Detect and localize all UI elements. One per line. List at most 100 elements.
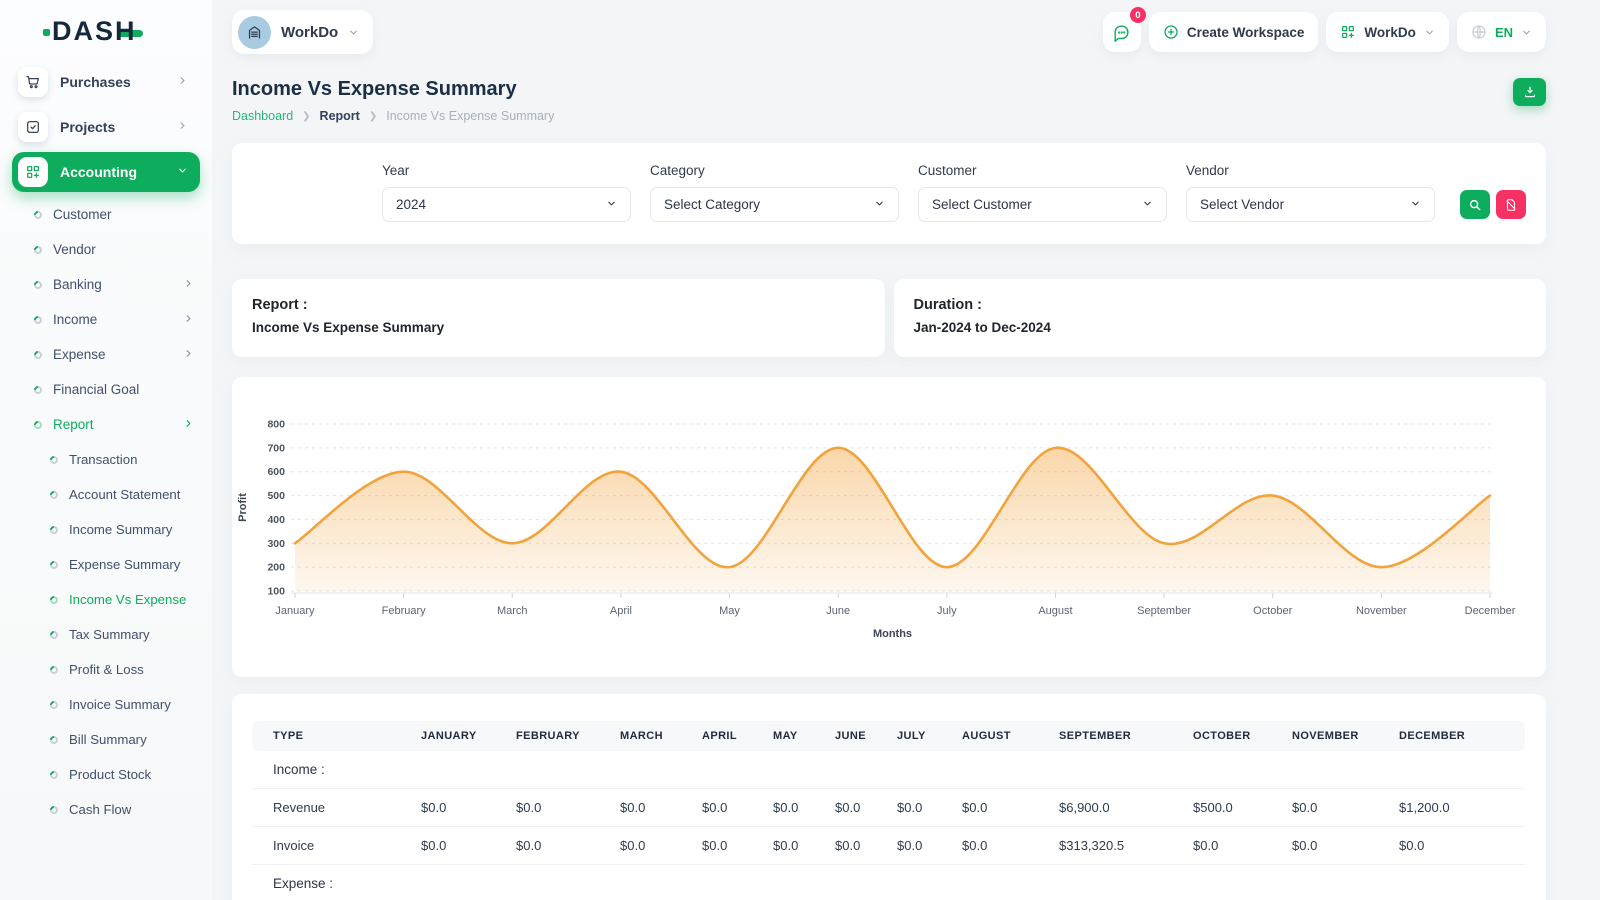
app-root: DASH Purchases Projects Accounting Customer… xyxy=(0,0,1600,900)
language-selector[interactable]: EN xyxy=(1457,12,1546,52)
cell-value: $313,320.5 xyxy=(1051,827,1185,865)
sidebar-item-label: Purchases xyxy=(60,74,131,90)
cell-value: $0.0 xyxy=(508,789,612,827)
sidebar-subitem-customer[interactable]: Customer xyxy=(0,197,212,232)
column-header-may: MAY xyxy=(765,721,827,751)
reset-filter-button[interactable] xyxy=(1496,190,1526,219)
search-icon xyxy=(1468,198,1482,212)
chevron-down-icon xyxy=(348,27,359,38)
apply-filter-button[interactable] xyxy=(1460,190,1490,219)
x-tick-label: December xyxy=(1465,605,1516,617)
sidebar-subitem-financial-goal[interactable]: Financial Goal xyxy=(0,372,212,407)
sidebar-subitem-report[interactable]: Report xyxy=(0,407,212,442)
group-label: Expense : xyxy=(252,865,1525,900)
report-summary-card: Report : Income Vs Expense Summary xyxy=(232,279,885,357)
x-axis-title: Months xyxy=(873,628,912,640)
sidebar-subitem-income[interactable]: Income xyxy=(0,302,212,337)
table-group-row-income: Income : xyxy=(252,751,1525,789)
x-tick-label: June xyxy=(826,605,850,617)
table-header-row: TYPEJANUARYFEBRUARYMARCHAPRILMAYJUNEJULY… xyxy=(252,721,1525,751)
sidebar-item-projects[interactable]: Projects xyxy=(12,107,200,147)
cart-icon xyxy=(18,67,48,97)
sidebar-report-item-product-stock[interactable]: Product Stock xyxy=(0,757,212,792)
sidebar-report-item-income-summary[interactable]: Income Summary xyxy=(0,512,212,547)
customer-select[interactable]: Select Customer xyxy=(918,187,1167,222)
breadcrumb-separator-icon: ❯ xyxy=(302,111,310,122)
sidebar-report-item-label: Profit & Loss xyxy=(69,662,144,677)
sidebar-report-item-label: Cash Flow xyxy=(69,802,131,817)
sidebar-report-item-label: Invoice Summary xyxy=(69,697,171,712)
column-header-march: MARCH xyxy=(612,721,694,751)
brand-logo[interactable]: DASH xyxy=(0,0,212,57)
year-select[interactable]: 2024 xyxy=(382,187,631,222)
category-select[interactable]: Select Category xyxy=(650,187,899,222)
create-workspace-button[interactable]: Create Workspace xyxy=(1149,12,1319,52)
table-group-row-expense: Expense : xyxy=(252,865,1525,900)
sidebar-report-item-cash-flow[interactable]: Cash Flow xyxy=(0,792,212,827)
page-header: Income Vs Expense Summary Dashboard❯Repo… xyxy=(232,78,1546,123)
breadcrumb: Dashboard❯Report❯Income Vs Expense Summa… xyxy=(232,109,554,123)
chevron-right-icon xyxy=(183,312,194,327)
cell-value: $0.0 xyxy=(1284,827,1391,865)
cell-value: $0.0 xyxy=(765,789,827,827)
sidebar-item-purchases[interactable]: Purchases xyxy=(12,62,200,102)
y-tick-label: 200 xyxy=(267,562,285,574)
sidebar-item-accounting[interactable]: Accounting xyxy=(12,152,200,192)
column-header-july: JULY xyxy=(889,721,954,751)
messages-button[interactable]: 0 xyxy=(1103,12,1141,52)
x-tick-label: August xyxy=(1038,605,1072,617)
cell-value: $0.0 xyxy=(1185,827,1284,865)
bullet-icon xyxy=(48,454,59,465)
chevron-down-icon xyxy=(874,197,885,212)
vendor-select[interactable]: Select Vendor xyxy=(1186,187,1435,222)
sidebar-report-item-account-statement[interactable]: Account Statement xyxy=(0,477,212,512)
y-tick-label: 400 xyxy=(267,514,285,526)
sidebar-subitem-vendor[interactable]: Vendor xyxy=(0,232,212,267)
sidebar-report-item-invoice-summary[interactable]: Invoice Summary xyxy=(0,687,212,722)
year-select-value: 2024 xyxy=(396,197,426,212)
y-tick-label: 100 xyxy=(267,586,285,598)
messages-count-badge: 0 xyxy=(1130,7,1146,23)
bullet-icon xyxy=(32,209,43,220)
grid-plus-icon xyxy=(18,157,48,187)
sidebar-subitem-label: Vendor xyxy=(53,242,96,257)
column-header-february: FEBRUARY xyxy=(508,721,612,751)
chevron-down-icon xyxy=(1410,197,1421,212)
report-table-card: TYPEJANUARYFEBRUARYMARCHAPRILMAYJUNEJULY… xyxy=(232,694,1546,900)
row-type: Invoice xyxy=(252,827,413,865)
plus-circle-icon xyxy=(1163,24,1179,40)
workdo-menu-button[interactable]: WorkDo xyxy=(1326,12,1449,52)
bullet-icon xyxy=(48,594,59,605)
cell-value: $0.0 xyxy=(889,789,954,827)
cell-value: $0.0 xyxy=(954,827,1051,865)
topbar: WorkDo 0 Create Workspace WorkDo xyxy=(232,4,1546,60)
chevron-right-icon xyxy=(183,347,194,362)
column-header-september: SEPTEMBER xyxy=(1051,721,1185,751)
breadcrumb-item-report[interactable]: Report xyxy=(320,109,360,123)
bullet-icon xyxy=(32,244,43,255)
chevron-right-icon xyxy=(183,417,194,432)
report-value: Income Vs Expense Summary xyxy=(252,320,865,335)
x-tick-label: April xyxy=(610,605,632,617)
sidebar-report-item-bill-summary[interactable]: Bill Summary xyxy=(0,722,212,757)
sidebar-report-item-expense-summary[interactable]: Expense Summary xyxy=(0,547,212,582)
sidebar-report-item-income-vs-expense[interactable]: Income Vs Expense xyxy=(0,582,212,617)
table-row-invoice: Invoice$0.0$0.0$0.0$0.0$0.0$0.0$0.0$0.0$… xyxy=(252,827,1525,865)
cell-value: $0.0 xyxy=(889,827,954,865)
workspace-switcher[interactable]: WorkDo xyxy=(232,10,373,54)
workdo-menu-label: WorkDo xyxy=(1364,25,1416,40)
sidebar-subitem-expense[interactable]: Expense xyxy=(0,337,212,372)
bullet-icon xyxy=(48,769,59,780)
filter-panel: Year 2024 Category Select Category Custo… xyxy=(232,143,1546,244)
bullet-icon xyxy=(48,489,59,500)
column-header-august: AUGUST xyxy=(954,721,1051,751)
sidebar-report-item-transaction[interactable]: Transaction xyxy=(0,442,212,477)
sidebar-subitem-banking[interactable]: Banking xyxy=(0,267,212,302)
create-workspace-label: Create Workspace xyxy=(1187,25,1305,40)
chevron-down-icon xyxy=(1142,197,1153,212)
download-button[interactable] xyxy=(1513,78,1546,106)
breadcrumb-item-dashboard[interactable]: Dashboard xyxy=(232,109,293,123)
x-tick-label: September xyxy=(1137,605,1191,617)
sidebar-report-item-tax-summary[interactable]: Tax Summary xyxy=(0,617,212,652)
sidebar-report-item-profit-loss[interactable]: Profit & Loss xyxy=(0,652,212,687)
